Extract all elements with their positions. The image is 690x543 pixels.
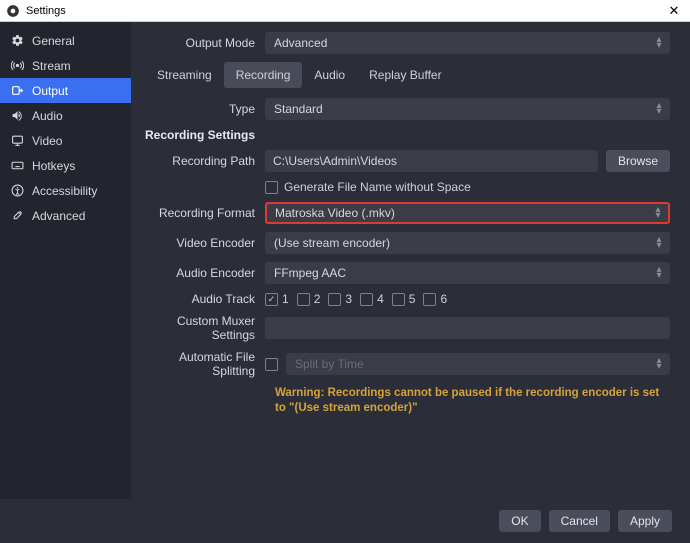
audio-encoder-label: Audio Encoder [145,266,265,280]
sidebar-item-general[interactable]: General [0,28,131,53]
dropdown-spinner-icon: ▴▾ [653,237,665,249]
type-label: Type [145,102,265,116]
dropdown-spinner-icon: ▴▾ [653,103,665,115]
sidebar-item-label: Output [32,84,68,98]
titlebar: Settings ✕ [0,0,690,22]
dropdown-spinner-icon: ▴▾ [653,358,665,370]
sidebar-item-stream[interactable]: Stream [0,53,131,78]
tab-audio[interactable]: Audio [302,62,357,88]
gear-icon [10,34,24,47]
cancel-button[interactable]: Cancel [549,510,610,532]
generate-filename-checkbox[interactable] [265,181,278,194]
split-mode-value: Split by Time [295,357,364,371]
recording-format-value: Matroska Video (.mkv) [275,206,395,220]
sidebar-item-video[interactable]: Video [0,128,131,153]
custom-muxer-input[interactable] [265,317,670,339]
recording-format-select[interactable]: Matroska Video (.mkv) ▴▾ [265,202,670,224]
tab-recording[interactable]: Recording [224,62,303,88]
video-encoder-label: Video Encoder [145,236,265,250]
recording-settings-heading: Recording Settings [145,128,670,142]
tab-streaming[interactable]: Streaming [145,62,224,88]
sidebar-item-audio[interactable]: Audio [0,103,131,128]
track-num: 2 [314,292,321,306]
main-panel: Output Mode Advanced ▴▾ Streaming Record… [131,22,690,499]
output-tabs: Streaming Recording Audio Replay Buffer [145,62,670,88]
video-encoder-value: (Use stream encoder) [274,236,390,250]
track-num: 6 [440,292,447,306]
track-num: 4 [377,292,384,306]
type-value: Standard [274,102,323,116]
tools-icon [10,209,24,222]
auto-split-label: Automatic File Splitting [145,350,265,378]
dialog-footer: OK Cancel Apply [0,499,690,543]
audio-track-1-checkbox[interactable] [265,293,278,306]
generate-filename-label: Generate File Name without Space [284,180,471,194]
audio-track-3-checkbox[interactable] [328,293,341,306]
close-icon[interactable]: ✕ [664,3,684,19]
sidebar-item-label: Video [32,134,62,148]
audio-track-4-checkbox[interactable] [360,293,373,306]
browse-button[interactable]: Browse [606,150,670,172]
output-mode-value: Advanced [274,36,327,50]
video-encoder-select[interactable]: (Use stream encoder) ▴▾ [265,232,670,254]
encoder-warning: Warning: Recordings cannot be paused if … [145,386,670,416]
audio-encoder-select[interactable]: FFmpeg AAC ▴▾ [265,262,670,284]
app-icon [6,4,20,18]
audio-track-label: Audio Track [145,292,265,306]
type-select[interactable]: Standard ▴▾ [265,98,670,120]
recording-path-value: C:\Users\Admin\Videos [273,154,397,168]
monitor-icon [10,134,24,147]
sidebar-item-label: Hotkeys [32,159,75,173]
sidebar-item-advanced[interactable]: Advanced [0,203,131,228]
audio-track-6-checkbox[interactable] [423,293,436,306]
sidebar-item-accessibility[interactable]: Accessibility [0,178,131,203]
apply-button[interactable]: Apply [618,510,672,532]
split-mode-select[interactable]: Split by Time ▴▾ [286,353,670,375]
dropdown-spinner-icon: ▴▾ [653,267,665,279]
sidebar: General Stream Output Audio [0,22,131,499]
sidebar-item-label: Audio [32,109,63,123]
sidebar-item-label: Stream [32,59,71,73]
ok-button[interactable]: OK [499,510,540,532]
tab-replay-buffer[interactable]: Replay Buffer [357,62,454,88]
audio-track-2-checkbox[interactable] [297,293,310,306]
output-mode-select[interactable]: Advanced ▴▾ [265,32,670,54]
sidebar-item-label: General [32,34,75,48]
recording-format-label: Recording Format [145,206,265,220]
output-icon [10,84,24,97]
window-title: Settings [26,5,664,17]
speaker-icon [10,109,24,122]
auto-split-checkbox[interactable] [265,358,278,371]
accessibility-icon [10,184,24,197]
audio-encoder-value: FFmpeg AAC [274,266,346,280]
track-num: 3 [345,292,352,306]
sidebar-item-hotkeys[interactable]: Hotkeys [0,153,131,178]
antenna-icon [10,59,24,72]
custom-muxer-label: Custom Muxer Settings [145,314,265,342]
recording-path-label: Recording Path [145,154,265,168]
recording-path-input[interactable]: C:\Users\Admin\Videos [265,150,598,172]
sidebar-item-output[interactable]: Output [0,78,131,103]
sidebar-item-label: Advanced [32,209,85,223]
track-num: 5 [409,292,416,306]
dropdown-spinner-icon: ▴▾ [652,207,664,219]
dropdown-spinner-icon: ▴▾ [653,37,665,49]
audio-track-5-checkbox[interactable] [392,293,405,306]
sidebar-item-label: Accessibility [32,184,97,198]
track-num: 1 [282,292,289,306]
output-mode-label: Output Mode [145,36,265,50]
keyboard-icon [10,159,24,172]
